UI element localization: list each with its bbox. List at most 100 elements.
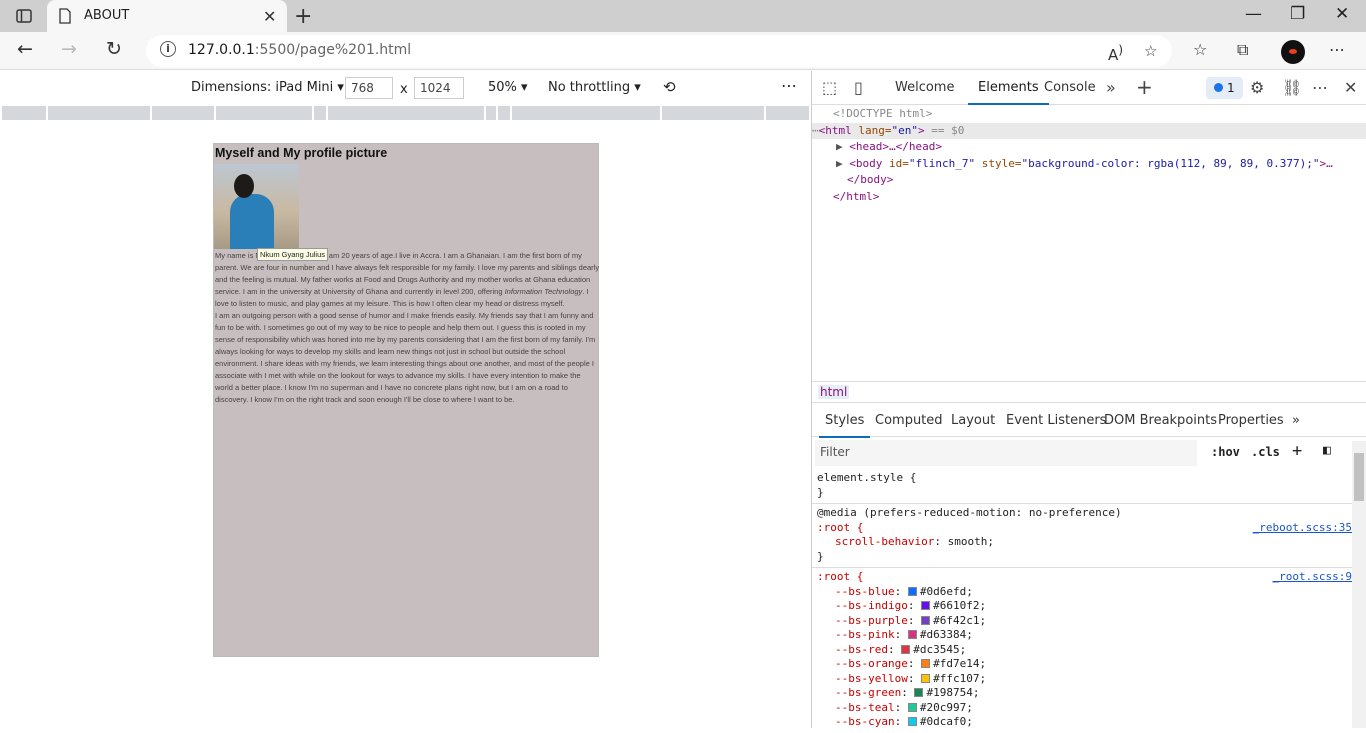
height-input[interactable]: 1024 — [414, 77, 464, 99]
css-variable-declaration[interactable]: --bs-cyan: #0dcaf0; — [817, 715, 1352, 730]
address-bar[interactable]: i 127.0.0.1:5500/page%201.html A) ☆ — [146, 35, 1172, 67]
color-swatch[interactable] — [921, 601, 931, 610]
customize-icon[interactable]: ⛓ — [1282, 78, 1302, 97]
media-query-segment[interactable] — [766, 106, 809, 120]
media-query-segment[interactable] — [314, 106, 326, 120]
rule-selector[interactable]: :root {_reboot.scss:35 — [817, 521, 1352, 536]
styles-filter-input[interactable]: Filter — [815, 440, 1197, 466]
tab-styles[interactable]: Styles — [818, 413, 871, 438]
css-variable-declaration[interactable]: --bs-red: #dc3545; — [817, 643, 1352, 658]
media-query-segment[interactable] — [48, 106, 150, 120]
tab-welcome[interactable]: Welcome — [895, 80, 954, 95]
settings-icon[interactable]: ⚙ — [1250, 78, 1264, 97]
styles-rules: element.style { } @media (prefers-reduce… — [812, 469, 1352, 733]
restore-icon[interactable]: ❐ — [1290, 4, 1305, 24]
element-style-rule: element.style { } — [812, 469, 1352, 504]
tab-console[interactable]: Console — [1044, 80, 1096, 95]
css-variable-declaration[interactable]: --bs-purple: #6f42c1; — [817, 614, 1352, 629]
forward-icon[interactable]: → — [61, 38, 77, 60]
dom-body-node[interactable]: ▶ <body id="flinch_7" style="background-… — [812, 156, 1366, 173]
color-swatch[interactable] — [907, 630, 917, 639]
color-swatch[interactable] — [901, 644, 911, 654]
throttling-dropdown[interactable]: No throttling ▾ — [548, 80, 641, 95]
tab-computed[interactable]: Computed — [875, 413, 943, 428]
devtools-close-icon[interactable]: ✕ — [1344, 78, 1357, 97]
tab-dom-breakpoints[interactable]: DOM Breakpoints — [1104, 413, 1217, 428]
hov-button[interactable]: :hov — [1211, 445, 1240, 459]
source-link[interactable]: _root.scss:9 — [1273, 570, 1352, 583]
dom-html-node[interactable]: ⋯<html lang="en"> == $0 — [812, 122, 1366, 139]
media-query-segment[interactable] — [498, 106, 510, 120]
more-tabs-icon[interactable]: » — [1106, 78, 1116, 97]
css-variable-declaration[interactable]: --bs-orange: #fd7e14; — [817, 657, 1352, 672]
issues-badge[interactable]: 1 — [1206, 77, 1243, 99]
tab-elements[interactable]: Elements — [968, 80, 1049, 105]
inspect-element-icon[interactable]: ⬚ — [822, 78, 837, 97]
read-aloud-icon[interactable]: A) — [1108, 42, 1123, 64]
collections-icon[interactable]: ⧉ — [1237, 40, 1248, 60]
color-swatch[interactable] — [907, 586, 917, 596]
tab-layout[interactable]: Layout — [951, 413, 995, 428]
color-swatch[interactable] — [907, 717, 917, 726]
css-variable-declaration[interactable]: --bs-indigo: #6610f2; — [817, 599, 1352, 614]
device-emulation-icon[interactable]: ▯ — [854, 78, 863, 97]
color-swatch[interactable] — [921, 673, 931, 683]
width-input[interactable]: 768 — [345, 77, 393, 99]
breadcrumb-html[interactable]: html — [818, 385, 850, 399]
tab-actions-icon[interactable] — [14, 6, 34, 26]
back-icon[interactable]: ← — [17, 38, 33, 60]
toggle-sidebar-icon[interactable]: ◧ — [1323, 443, 1331, 458]
new-tab-icon[interactable]: + — [294, 4, 312, 29]
tab-properties[interactable]: Properties — [1218, 413, 1284, 428]
media-query-segment[interactable] — [328, 106, 484, 120]
add-tab-icon[interactable]: + — [1136, 75, 1153, 99]
media-query-segment[interactable] — [512, 106, 660, 120]
css-variable-declaration[interactable]: --bs-teal: #20c997; — [817, 701, 1352, 716]
url-text[interactable]: 127.0.0.1:5500/page%201.html — [188, 42, 411, 58]
device-more-icon[interactable]: ⋯ — [781, 76, 797, 95]
dom-head-node[interactable]: ▶ <head>…</head> — [812, 139, 1366, 156]
site-info-icon[interactable]: i — [160, 41, 176, 57]
tab-event-listeners[interactable]: Event Listeners — [1006, 413, 1106, 428]
css-variable-declaration[interactable]: --bs-pink: #d63384; — [817, 628, 1352, 643]
settings-more-icon[interactable]: ⋯ — [1329, 40, 1345, 59]
favorites-icon[interactable]: ☆ — [1193, 40, 1207, 59]
rule-declaration[interactable]: scroll-behavior: smooth; — [817, 535, 1352, 550]
device-dropdown[interactable]: Dimensions: iPad Mini ▾ — [191, 80, 344, 95]
styles-scrollbar[interactable] — [1352, 441, 1366, 728]
more-style-tabs-icon[interactable]: » — [1292, 413, 1300, 428]
color-swatch[interactable] — [914, 688, 924, 697]
color-swatch[interactable] — [921, 659, 931, 668]
browser-toolbar: ← → ↻ i 127.0.0.1:5500/page%201.html A) … — [0, 32, 1366, 70]
breadcrumb: html — [812, 381, 1366, 403]
css-variable-declaration[interactable]: --bs-yellow: #ffc107; — [817, 672, 1352, 687]
media-query-segment[interactable] — [662, 106, 764, 120]
minimize-icon[interactable]: — — [1245, 4, 1262, 24]
color-swatch[interactable] — [921, 615, 931, 625]
media-query-segment[interactable] — [152, 106, 214, 120]
tab-close-icon[interactable]: ✕ — [263, 7, 276, 26]
add-favorite-icon[interactable]: ☆ — [1144, 42, 1157, 60]
source-link[interactable]: _reboot.scss:35 — [1253, 521, 1352, 534]
devtools-more-icon[interactable]: ⋯ — [1312, 78, 1328, 97]
media-query-segment[interactable] — [486, 106, 496, 120]
profile-avatar[interactable] — [1281, 40, 1305, 64]
css-variable-declaration[interactable]: --bs-green: #198754; — [817, 686, 1352, 701]
dom-doctype[interactable]: <!DOCTYPE html> — [812, 106, 1366, 123]
media-query-segment[interactable] — [2, 106, 46, 120]
window-close-icon[interactable]: ✕ — [1335, 4, 1349, 24]
css-variable-declaration[interactable]: --bs-blue: #0d6efd; — [817, 585, 1352, 600]
new-rule-icon[interactable]: + — [1292, 441, 1302, 461]
scrollbar-thumb[interactable] — [1354, 453, 1364, 501]
dom-html-close[interactable]: </html> — [812, 189, 1366, 206]
media-query-segment[interactable] — [216, 106, 312, 120]
rotate-icon[interactable]: ⟲ — [663, 78, 676, 96]
dom-body-close[interactable]: </body> — [812, 172, 1366, 189]
cls-button[interactable]: .cls — [1251, 445, 1280, 459]
browser-tab[interactable]: ABOUT ✕ — [47, 0, 287, 32]
refresh-icon[interactable]: ↻ — [106, 38, 122, 60]
zoom-dropdown[interactable]: 50% ▾ — [488, 80, 528, 95]
rule-selector[interactable]: :root {_root.scss:9 — [817, 570, 1352, 585]
color-swatch[interactable] — [907, 702, 917, 712]
rule-selector[interactable]: element.style { — [817, 471, 1352, 486]
